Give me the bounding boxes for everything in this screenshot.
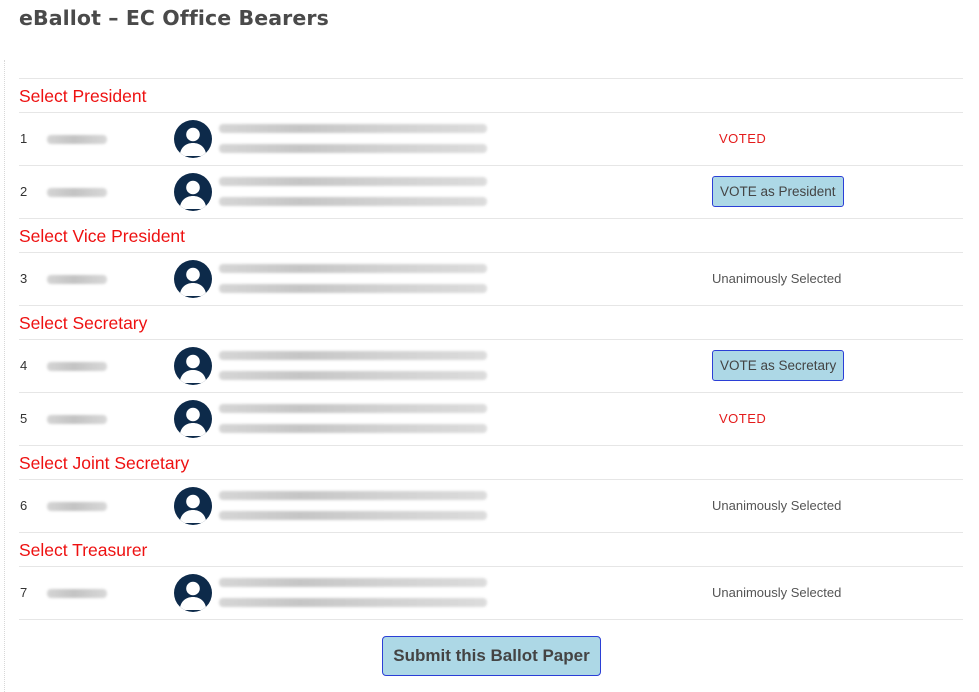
section-header: Select Secretary — [19, 306, 963, 340]
redacted-candidate-name — [219, 578, 487, 587]
redacted-member-id — [47, 135, 107, 144]
redacted-member-id — [47, 502, 107, 511]
ballot-list: Select President 1 VOTED 2 VOTE as President… — [19, 78, 963, 620]
candidate-row: 1 VOTED — [19, 113, 963, 166]
candidate-row: 4 VOTE as Secretary — [19, 340, 963, 393]
candidate-serial: 7 — [20, 585, 28, 600]
submit-area: Submit this Ballot Paper — [0, 636, 979, 676]
candidate-serial: 4 — [20, 358, 28, 373]
candidate-serial: 3 — [20, 271, 28, 286]
redacted-candidate-name — [219, 177, 487, 186]
vote-button[interactable]: VOTE as Secretary — [712, 350, 845, 381]
redacted-member-id — [47, 362, 107, 371]
voted-status: VOTED — [719, 411, 767, 426]
eballot-page: eBallot – EC Office Bearers Select Presi… — [0, 0, 979, 692]
user-avatar-icon — [174, 400, 212, 438]
redacted-candidate-details — [219, 424, 487, 433]
redacted-candidate-name — [219, 404, 487, 413]
user-avatar-icon — [174, 120, 212, 158]
redacted-candidate-name — [219, 264, 487, 273]
left-guide-line — [4, 60, 5, 692]
redacted-member-id — [47, 275, 107, 284]
unanimous-status: Unanimously Selected — [712, 271, 842, 286]
candidate-serial: 1 — [20, 131, 28, 146]
redacted-candidate-name — [219, 124, 487, 133]
vote-button[interactable]: VOTE as President — [712, 176, 844, 207]
unanimous-status: Unanimously Selected — [712, 498, 842, 513]
candidate-row: 6 Unanimously Selected — [19, 480, 963, 533]
redacted-candidate-details — [219, 511, 487, 520]
redacted-candidate-name — [219, 491, 487, 500]
candidate-row: 2 VOTE as President — [19, 166, 963, 219]
redacted-member-id — [47, 188, 107, 197]
redacted-candidate-details — [219, 144, 487, 153]
voted-status: VOTED — [719, 131, 767, 146]
redacted-candidate-details — [219, 598, 487, 607]
candidate-serial: 5 — [20, 411, 28, 426]
redacted-candidate-name — [219, 351, 487, 360]
user-avatar-icon — [174, 574, 212, 612]
candidate-serial: 6 — [20, 498, 28, 513]
candidate-serial: 2 — [20, 184, 28, 199]
submit-ballot-button[interactable]: Submit this Ballot Paper — [382, 636, 601, 676]
candidate-row: 5 VOTED — [19, 393, 963, 446]
user-avatar-icon — [174, 347, 212, 385]
section-header: Select Joint Secretary — [19, 446, 963, 480]
redacted-candidate-details — [219, 197, 487, 206]
redacted-candidate-details — [219, 284, 487, 293]
unanimous-status: Unanimously Selected — [712, 585, 842, 600]
candidate-row: 3 Unanimously Selected — [19, 253, 963, 306]
redacted-candidate-details — [219, 371, 487, 380]
user-avatar-icon — [174, 260, 212, 298]
section-header: Select Treasurer — [19, 533, 963, 567]
candidate-row: 7 Unanimously Selected — [19, 567, 963, 620]
redacted-member-id — [47, 589, 107, 598]
user-avatar-icon — [174, 487, 212, 525]
page-title: eBallot – EC Office Bearers — [19, 6, 329, 30]
section-header: Select Vice President — [19, 219, 963, 253]
user-avatar-icon — [174, 173, 212, 211]
section-header: Select President — [19, 79, 963, 113]
redacted-member-id — [47, 415, 107, 424]
